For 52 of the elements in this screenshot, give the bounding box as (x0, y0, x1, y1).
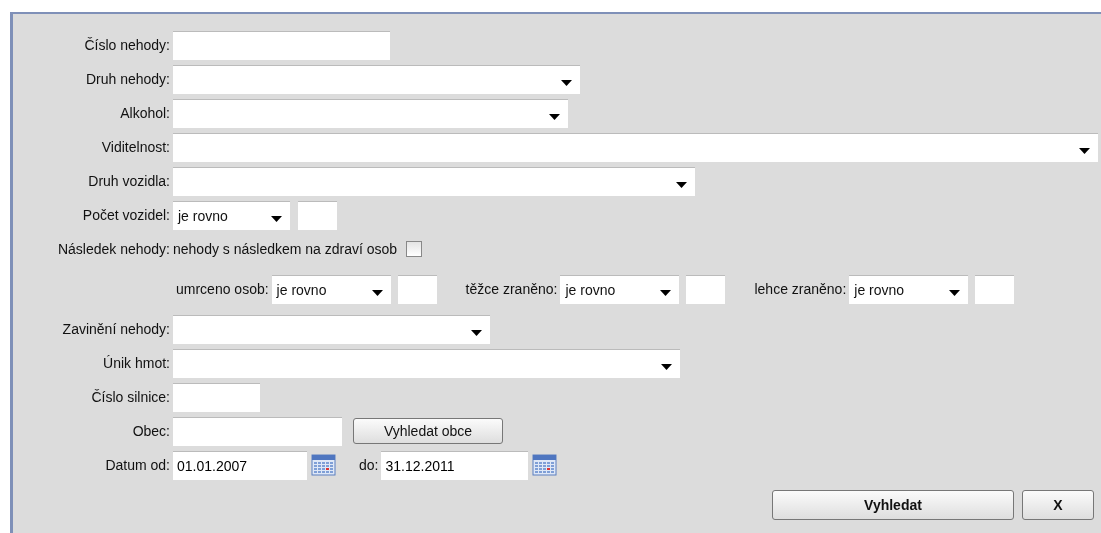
dropdown[interactable]: je rovno (849, 274, 969, 304)
field-label: Druh nehody: (84, 71, 170, 87)
field-label: Zavinění nehody: (61, 321, 170, 337)
dropdown[interactable] (173, 64, 580, 94)
dropdown[interactable]: je rovno (271, 274, 391, 304)
calendar-icon[interactable] (532, 454, 558, 476)
input-field[interactable] (397, 274, 437, 304)
date-field[interactable]: 31.12.2011 (381, 450, 529, 480)
field-label: těžce zraněno: (465, 281, 558, 297)
input-field[interactable] (173, 30, 390, 60)
field-label: Únik hmot: (102, 355, 170, 371)
dropdown[interactable] (173, 166, 695, 196)
search-municipality-button[interactable]: Vyhledat obce (353, 418, 503, 444)
calendar-icon[interactable] (311, 454, 336, 476)
dropdown[interactable]: je rovno (173, 200, 290, 230)
dropdown[interactable]: je rovno (560, 274, 680, 304)
dropdown[interactable] (173, 314, 490, 344)
field-label: do: (359, 457, 379, 473)
dropdown[interactable] (173, 348, 680, 378)
caret-icon (471, 329, 482, 336)
field-label: Číslo silnice: (90, 389, 170, 405)
input-field[interactable] (173, 382, 260, 412)
field-label: Datum od: (104, 457, 170, 473)
input-field[interactable] (975, 274, 1015, 304)
field-label: Počet vozidel: (81, 207, 170, 223)
checkbox-label: nehody s následkem na zdraví osob (173, 241, 398, 257)
field-label: Alkohol: (119, 105, 170, 121)
input-field[interactable] (298, 200, 337, 230)
input-field[interactable] (173, 416, 342, 446)
field-label: lehce zraněno: (754, 281, 847, 297)
checkbox[interactable] (406, 241, 423, 257)
caret-icon (660, 289, 672, 296)
caret-icon (549, 113, 560, 120)
dropdown[interactable] (173, 98, 568, 128)
caret-icon (661, 363, 672, 370)
caret-icon (561, 79, 572, 86)
caret-icon (1079, 147, 1090, 154)
caret-icon (676, 181, 687, 188)
field-label: Druh vozidla: (87, 173, 170, 189)
dropdown[interactable] (173, 132, 1098, 162)
input-field[interactable] (686, 274, 726, 304)
caret-icon (371, 289, 383, 296)
field-label: Číslo nehody: (83, 37, 170, 53)
field-label: Následek nehody: (56, 241, 170, 257)
caret-icon (949, 289, 961, 296)
date-field[interactable]: 01.01.2007 (173, 450, 307, 480)
field-label: umrceno osob: (176, 281, 269, 297)
clear-button[interactable]: X (1022, 490, 1094, 520)
caret-icon (271, 215, 282, 222)
search-button[interactable]: Vyhledat (772, 490, 1014, 520)
field-label: Viditelnost: (100, 139, 170, 155)
field-label: Obec: (131, 423, 170, 439)
